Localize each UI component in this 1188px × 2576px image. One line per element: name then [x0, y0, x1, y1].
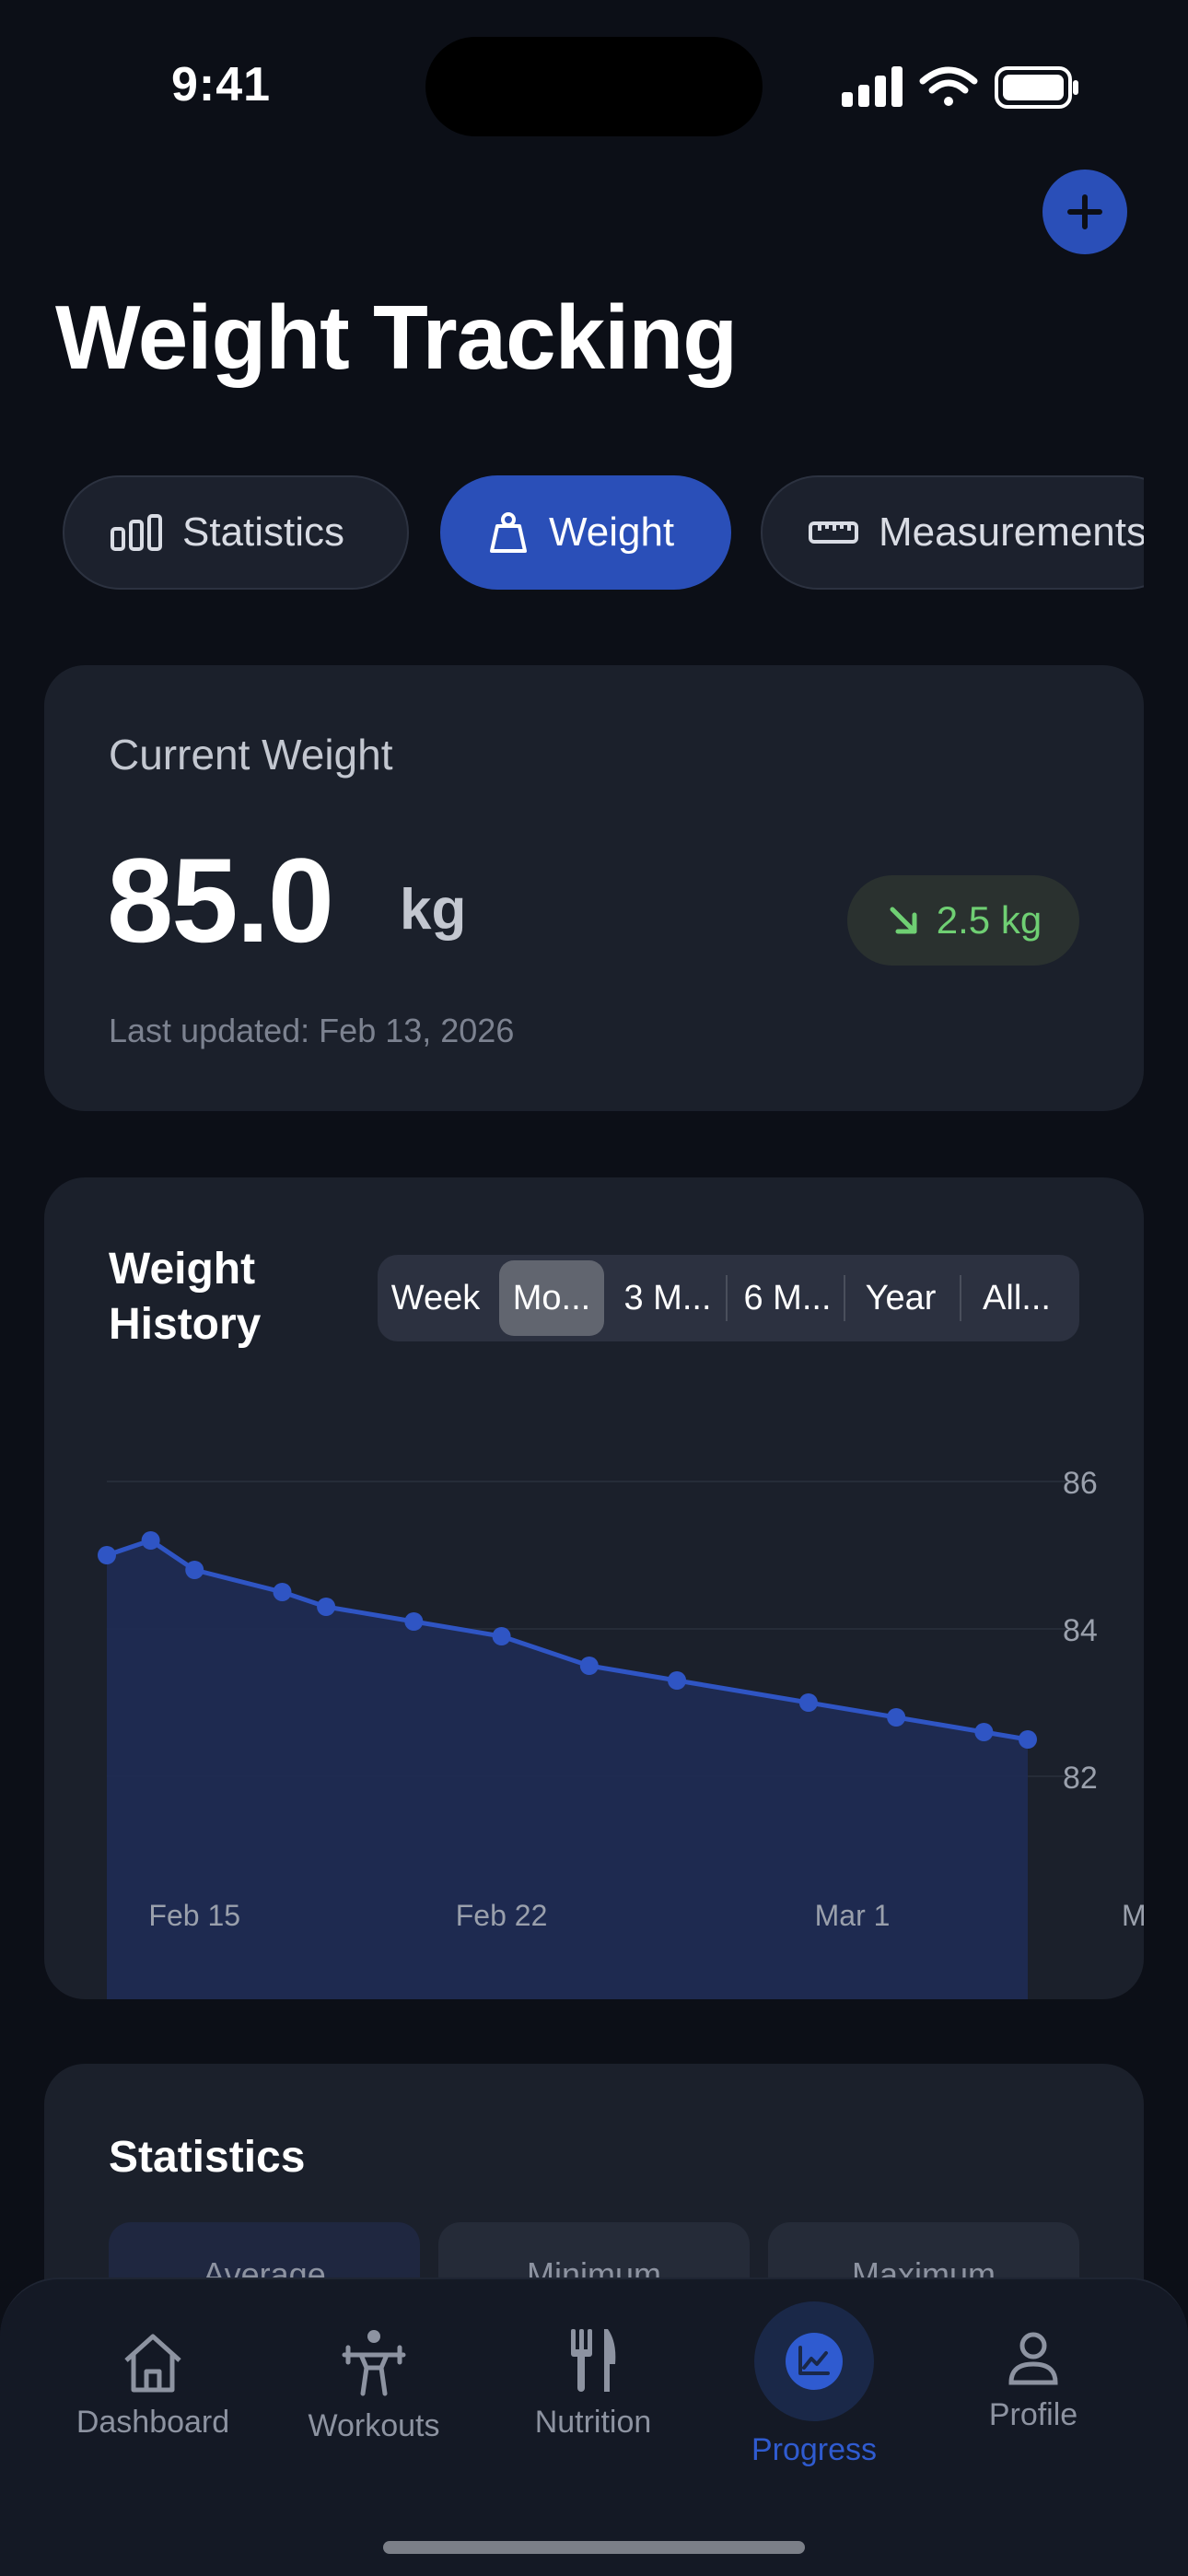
chart-icon	[786, 2333, 843, 2390]
x-tick-label: Mar 8	[1122, 1899, 1144, 1932]
tab-bar-label: Profile	[988, 2397, 1078, 2432]
progress-bubble	[754, 2301, 874, 2421]
home-indicator	[383, 2541, 805, 2554]
chart-point	[579, 1657, 599, 1675]
tab-bar-dashboard[interactable]: Dashboard	[52, 2279, 254, 2510]
tab-measurements[interactable]: Measurements	[761, 475, 1144, 590]
chart-point	[1019, 1730, 1037, 1749]
tab-bar-label: Nutrition	[534, 2405, 652, 2440]
chart-point	[273, 1583, 292, 1601]
chart-point	[404, 1612, 424, 1631]
y-tick-label: 86	[1063, 1466, 1098, 1501]
current-weight-unit: kg	[400, 878, 467, 942]
bar-chart-icon	[111, 514, 162, 551]
chart-point	[317, 1598, 336, 1616]
last-updated: Last updated: Feb 13, 2026	[109, 1012, 515, 1049]
plus-icon	[1067, 194, 1102, 229]
current-weight-card: Current Weight 85.0 kg 2.5 kg Last updat…	[44, 665, 1144, 1111]
status-icons	[842, 63, 1081, 114]
chart-point	[98, 1546, 116, 1564]
segment-tabs: Statistics Weight Measurements	[63, 475, 1144, 590]
x-tick-label: Mar 1	[815, 1899, 891, 1932]
chart-point	[185, 1561, 204, 1579]
tab-label: Measurements	[879, 509, 1144, 555]
statistics-title: Statistics	[109, 2133, 306, 2182]
tab-bar-workouts[interactable]: Workouts	[273, 2279, 475, 2510]
fork-knife-icon	[571, 2329, 616, 2392]
tab-weight[interactable]: Weight	[440, 475, 731, 590]
tab-bar-profile[interactable]: Profile	[932, 2279, 1135, 2510]
current-weight-label: Current Weight	[109, 731, 393, 779]
wifi-icon	[919, 66, 978, 106]
tab-bar: Dashboard Workouts Nutrition Progress Pr…	[0, 2277, 1188, 2576]
tab-label: Statistics	[182, 509, 345, 555]
status-time: 9:41	[171, 58, 272, 111]
signal-icon	[842, 66, 903, 107]
chart-point	[141, 1531, 160, 1550]
tab-bar-label: Workouts	[308, 2408, 440, 2443]
dynamic-island	[425, 37, 763, 136]
ruler-icon	[809, 521, 858, 544]
chart-point	[492, 1627, 511, 1645]
current-weight-value: 85.0	[107, 833, 334, 967]
tab-bar-progress[interactable]: Progress	[713, 2279, 915, 2510]
tab-label: Weight	[549, 509, 675, 555]
tab-bar-label: Dashboard	[76, 2405, 230, 2440]
battery-icon	[995, 66, 1078, 109]
person-icon	[1008, 2332, 1058, 2385]
x-tick-label: Feb 15	[148, 1899, 240, 1932]
chart-point	[798, 1693, 818, 1712]
tab-bar-nutrition[interactable]: Nutrition	[492, 2279, 694, 2510]
weight-icon	[490, 512, 527, 553]
y-tick-label: 84	[1063, 1613, 1098, 1648]
chart-point	[668, 1671, 687, 1690]
weightlifter-icon	[342, 2330, 406, 2396]
arrow-down-right-icon	[890, 907, 917, 934]
page-title: Weight Tracking	[55, 287, 738, 388]
home-icon	[124, 2334, 181, 2393]
y-tick-label: 82	[1063, 1761, 1098, 1796]
weight-change-badge: 2.5 kg	[847, 875, 1079, 966]
chart-point	[974, 1723, 994, 1741]
add-entry-button[interactable]	[1042, 170, 1127, 254]
weight-chart: 86 84 82 Feb 15 Feb 22 Mar 1 Mar 8	[98, 1466, 1144, 1999]
weight-history-card: Weight History Week Mo... 3 M... 6 M... …	[44, 1177, 1144, 1999]
x-tick-label: Feb 22	[456, 1899, 548, 1932]
chart-point	[887, 1708, 906, 1727]
tab-bar-label: Progress	[751, 2432, 878, 2467]
weight-change-value: 2.5 kg	[936, 898, 1042, 942]
tab-statistics[interactable]: Statistics	[63, 475, 409, 590]
